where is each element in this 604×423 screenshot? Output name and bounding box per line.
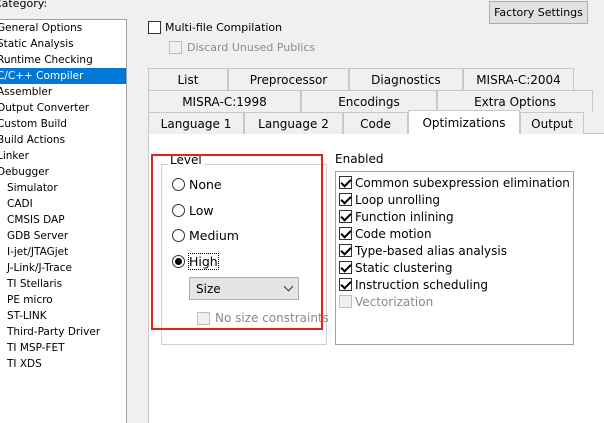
category-item-selected[interactable]: C/C++ Compiler	[0, 68, 126, 84]
enabled-checkbox[interactable]	[339, 227, 352, 240]
category-item[interactable]: Simulator	[0, 180, 126, 196]
enabled-item[interactable]: Common subexpression elimination	[336, 174, 573, 191]
radio-high[interactable]	[172, 255, 185, 268]
level-option-low[interactable]: Low	[172, 203, 214, 218]
no-size-constraints-checkbox	[197, 311, 210, 325]
category-item[interactable]: TI XDS	[0, 356, 126, 372]
category-item[interactable]: CMSIS DAP	[0, 212, 126, 228]
multi-file-checkbox[interactable]	[148, 21, 161, 34]
tab-language-2[interactable]: Language 2	[244, 112, 343, 134]
level-title: Level	[168, 153, 204, 167]
enabled-list[interactable]: Common subexpression elimination Loop un…	[335, 171, 574, 345]
category-item[interactable]: GDB Server	[0, 228, 126, 244]
no-size-constraints-option: No size constraints	[197, 311, 329, 325]
enabled-item-label: Common subexpression elimination	[355, 175, 570, 190]
discard-unused-label: Discard Unused Publics	[187, 41, 316, 54]
multi-file-label: Multi-file Compilation	[165, 21, 283, 34]
category-item[interactable]: ST-LINK	[0, 308, 126, 324]
category-item[interactable]: General Options	[0, 20, 126, 36]
radio-medium-label: Medium	[189, 228, 239, 243]
tab-optimizations[interactable]: Optimizations	[408, 110, 520, 134]
tab-row-3: Language 1 Language 2 Code Optimizations…	[148, 110, 604, 134]
radio-high-label: High	[188, 253, 219, 270]
category-item[interactable]: Custom Build	[0, 116, 126, 132]
category-item[interactable]: Runtime Checking	[0, 52, 126, 68]
enabled-item-label: Vectorization	[355, 294, 434, 309]
enabled-item[interactable]: Loop unrolling	[336, 191, 573, 208]
category-item[interactable]: Assembler	[0, 84, 126, 100]
enabled-item[interactable]: Function inlining	[336, 208, 573, 225]
enabled-item-label: Function inlining	[355, 209, 454, 224]
category-item[interactable]: PE micro	[0, 292, 126, 308]
tab-extra-options[interactable]: Extra Options	[437, 90, 593, 112]
enabled-checkbox[interactable]	[339, 193, 352, 206]
category-item[interactable]: Output Converter	[0, 100, 126, 116]
enabled-checkbox[interactable]	[339, 278, 352, 291]
tab-preprocessor[interactable]: Preprocessor	[228, 68, 349, 90]
tab-misra-c-2004[interactable]: MISRA-C:2004	[463, 68, 574, 90]
category-item[interactable]: Third-Party Driver	[0, 324, 126, 340]
tab-row-2: MISRA-C:1998 Encodings Extra Options	[148, 90, 604, 112]
enabled-item[interactable]: Instruction scheduling	[336, 276, 573, 293]
enabled-checkbox[interactable]	[339, 210, 352, 223]
category-item[interactable]: I-jet/JTAGjet	[0, 244, 126, 260]
radio-low[interactable]	[172, 204, 185, 217]
radio-none-label: None	[189, 177, 222, 192]
enabled-item[interactable]: Type-based alias analysis	[336, 242, 573, 259]
enabled-item-label: Code motion	[355, 226, 432, 241]
chevron-down-icon	[283, 281, 294, 292]
category-item[interactable]: TI MSP-FET	[0, 340, 126, 356]
enabled-checkbox[interactable]	[339, 176, 352, 189]
no-size-constraints-label: No size constraints	[215, 311, 329, 325]
factory-settings-button[interactable]: Factory Settings	[489, 1, 588, 24]
tab-output[interactable]: Output	[520, 112, 584, 134]
discard-unused-option: Discard Unused Publics	[169, 41, 315, 54]
category-item[interactable]: J-Link/J-Trace	[0, 260, 126, 276]
tab-row-1: List Preprocessor Diagnostics MISRA-C:20…	[148, 68, 604, 90]
level-option-medium[interactable]: Medium	[172, 228, 239, 243]
enabled-item[interactable]: Code motion	[336, 225, 573, 242]
size-select[interactable]: Size	[189, 277, 299, 300]
category-item[interactable]: Static Analysis	[0, 36, 126, 52]
enabled-checkbox[interactable]	[339, 244, 352, 257]
enabled-item-label: Type-based alias analysis	[355, 243, 507, 258]
enabled-item[interactable]: Static clustering	[336, 259, 573, 276]
enabled-checkbox[interactable]	[339, 261, 352, 274]
tab-diagnostics[interactable]: Diagnostics	[349, 68, 463, 90]
radio-none[interactable]	[172, 178, 185, 191]
category-list[interactable]: General Options Static Analysis Runtime …	[0, 19, 127, 423]
category-item[interactable]: CADI	[0, 196, 126, 212]
level-option-high[interactable]: High	[172, 253, 219, 270]
discard-unused-checkbox	[169, 41, 182, 54]
category-item[interactable]: Debugger	[0, 164, 126, 180]
category-item[interactable]: Build Actions	[0, 132, 126, 148]
tab-misra-c-1998[interactable]: MISRA-C:1998	[148, 90, 301, 112]
enabled-item-label: Loop unrolling	[355, 192, 441, 207]
radio-low-label: Low	[189, 203, 214, 218]
tab-code[interactable]: Code	[343, 112, 408, 134]
level-option-none[interactable]: None	[172, 177, 222, 192]
tab-language-1[interactable]: Language 1	[148, 112, 244, 134]
multi-file-option[interactable]: Multi-file Compilation	[148, 21, 282, 34]
enabled-item-label: Instruction scheduling	[355, 277, 488, 292]
category-label: Category:	[0, 0, 48, 10]
category-item[interactable]: Linker	[0, 148, 126, 164]
category-item[interactable]: TI Stellaris	[0, 276, 126, 292]
tab-list[interactable]: List	[148, 68, 228, 90]
radio-medium[interactable]	[172, 229, 185, 242]
tab-encodings[interactable]: Encodings	[301, 90, 437, 112]
enabled-checkbox	[339, 295, 352, 308]
enabled-item: Vectorization	[336, 293, 573, 310]
size-select-value: Size	[196, 281, 221, 296]
enabled-item-label: Static clustering	[355, 260, 453, 275]
enabled-title: Enabled	[335, 152, 384, 166]
